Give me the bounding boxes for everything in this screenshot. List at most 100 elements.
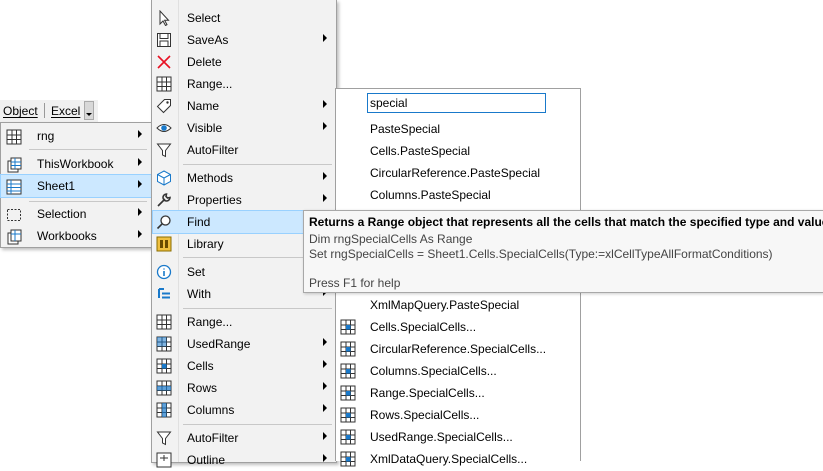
- tooltip-code-line-1: Dim rngSpecialCells As Range: [309, 232, 473, 246]
- tooltip-help: Press F1 for help: [309, 276, 401, 290]
- search-box[interactable]: [367, 93, 546, 113]
- chevron-right-icon: [323, 382, 327, 390]
- filter-icon: [156, 143, 172, 158]
- menu-item-saveas[interactable]: SaveAs: [152, 29, 336, 51]
- chevron-right-icon: [323, 360, 327, 368]
- delete-x-icon: [157, 55, 171, 69]
- grid-icon: [156, 314, 172, 330]
- grid-icon: [156, 76, 172, 92]
- menu-item-outline[interactable]: Outline: [152, 449, 336, 471]
- menu-item-sheet1[interactable]: Sheet1: [0, 174, 152, 198]
- menu-item-columns[interactable]: Columns: [152, 399, 336, 421]
- workbooks-icon: [7, 229, 22, 245]
- grid-icon: [6, 129, 22, 145]
- list-item[interactable]: Columns.SpecialCells...: [370, 364, 497, 378]
- cursor-icon: [159, 10, 170, 26]
- menu-item-autofilter[interactable]: AutoFilter: [152, 139, 336, 161]
- menu-item-cells[interactable]: Cells: [152, 355, 336, 377]
- menu-separator: [29, 201, 147, 202]
- special-cells-icon: [340, 363, 356, 379]
- special-cells-icon: [340, 341, 356, 357]
- workbook-icon: [7, 157, 22, 173]
- chevron-right-icon: [323, 454, 327, 462]
- tooltip-code-line-2: Set rngSpecialCells = Sheet1.Cells.Speci…: [309, 247, 773, 261]
- menu-item-range[interactable]: Range...: [152, 73, 336, 95]
- list-item[interactable]: Cells.SpecialCells...: [370, 320, 476, 334]
- list-item[interactable]: CircularReference.PasteSpecial: [370, 166, 540, 180]
- chevron-right-icon: [323, 34, 327, 42]
- used-range-icon: [156, 336, 172, 352]
- outline-icon: [156, 452, 172, 468]
- menu-separator: [183, 424, 332, 425]
- list-item[interactable]: Range.SpecialCells...: [370, 386, 485, 400]
- special-cells-icon: [340, 451, 356, 467]
- tag-icon: [156, 99, 171, 114]
- sheet-icon: [6, 179, 22, 195]
- menu-item-usedrange[interactable]: UsedRange: [152, 333, 336, 355]
- menu-item-autofilter-2[interactable]: AutoFilter: [152, 427, 336, 449]
- list-item[interactable]: UsedRange.SpecialCells...: [370, 430, 513, 444]
- menu-item-delete[interactable]: Delete: [152, 51, 336, 73]
- menu-separator: [183, 164, 332, 165]
- menu-item-visible[interactable]: Visible: [152, 117, 336, 139]
- info-circle-icon: [156, 264, 172, 280]
- special-cells-icon: [340, 429, 356, 445]
- selection-icon: [7, 209, 21, 221]
- menu-item-rng[interactable]: rng: [1, 125, 151, 147]
- special-cells-icon: [340, 407, 356, 423]
- chevron-right-icon: [138, 208, 142, 216]
- chevron-right-icon: [323, 432, 327, 440]
- chevron-right-icon: [323, 122, 327, 130]
- menu-item-thisworkbook[interactable]: ThisWorkbook: [1, 153, 151, 175]
- menu-separator: [29, 149, 147, 150]
- excel-menu[interactable]: Excel: [51, 104, 80, 118]
- toolbar-divider: [44, 103, 45, 118]
- list-item[interactable]: XmlMapQuery.PasteSpecial: [370, 298, 519, 312]
- menu-item-name[interactable]: Name: [152, 95, 336, 117]
- chevron-right-icon: [323, 338, 327, 346]
- tooltip: Returns a Range object that represents a…: [303, 210, 823, 293]
- cube-icon: [157, 170, 171, 186]
- special-cells-icon: [340, 385, 356, 401]
- list-item[interactable]: XmlDataQuery.SpecialCells...: [370, 452, 527, 466]
- search-icon: [156, 215, 171, 230]
- menu-item-rows[interactable]: Rows: [152, 377, 336, 399]
- chevron-right-icon: [138, 130, 142, 138]
- columns-icon: [156, 402, 172, 418]
- list-item[interactable]: PasteSpecial: [370, 122, 440, 136]
- menu-item-selection[interactable]: Selection: [1, 203, 151, 225]
- menu-item-range-2[interactable]: Range...: [152, 311, 336, 333]
- save-icon: [157, 33, 171, 47]
- cells-icon: [156, 358, 172, 374]
- menu-item-properties[interactable]: Properties: [152, 189, 336, 211]
- special-cells-icon: [340, 319, 356, 335]
- rows-icon: [156, 380, 172, 396]
- with-block-icon: [158, 288, 170, 299]
- chevron-right-icon: [138, 230, 142, 238]
- menu-separator: [183, 308, 332, 309]
- list-item[interactable]: Rows.SpecialCells...: [370, 408, 479, 422]
- list-item[interactable]: Cells.PasteSpecial: [370, 144, 470, 158]
- menu-item-select[interactable]: Select: [152, 7, 336, 29]
- wrench-icon: [157, 193, 171, 207]
- chevron-right-icon: [323, 404, 327, 412]
- menu-item-methods[interactable]: Methods: [152, 167, 336, 189]
- eye-icon: [156, 124, 172, 132]
- toolbar-dropdown-button[interactable]: [84, 101, 94, 120]
- toolbar: Object Excel: [0, 100, 98, 122]
- chevron-down-icon: [86, 113, 92, 116]
- chevron-right-icon: [138, 180, 142, 188]
- object-menu[interactable]: Object: [3, 104, 38, 118]
- library-icon: [156, 236, 172, 252]
- list-item[interactable]: Columns.PasteSpecial: [370, 188, 491, 202]
- chevron-right-icon: [323, 194, 327, 202]
- object-menu-list: rng ThisWorkbook Sheet1 Selection Workbo…: [0, 122, 152, 248]
- list-item[interactable]: CircularReference.SpecialCells...: [370, 342, 546, 356]
- filter-icon: [156, 431, 172, 446]
- chevron-right-icon: [138, 158, 142, 166]
- menu-item-workbooks[interactable]: Workbooks: [1, 225, 151, 247]
- search-input[interactable]: [370, 95, 540, 111]
- chevron-right-icon: [323, 172, 327, 180]
- tooltip-title: Returns a Range object that represents a…: [309, 215, 823, 229]
- chevron-right-icon: [323, 100, 327, 108]
